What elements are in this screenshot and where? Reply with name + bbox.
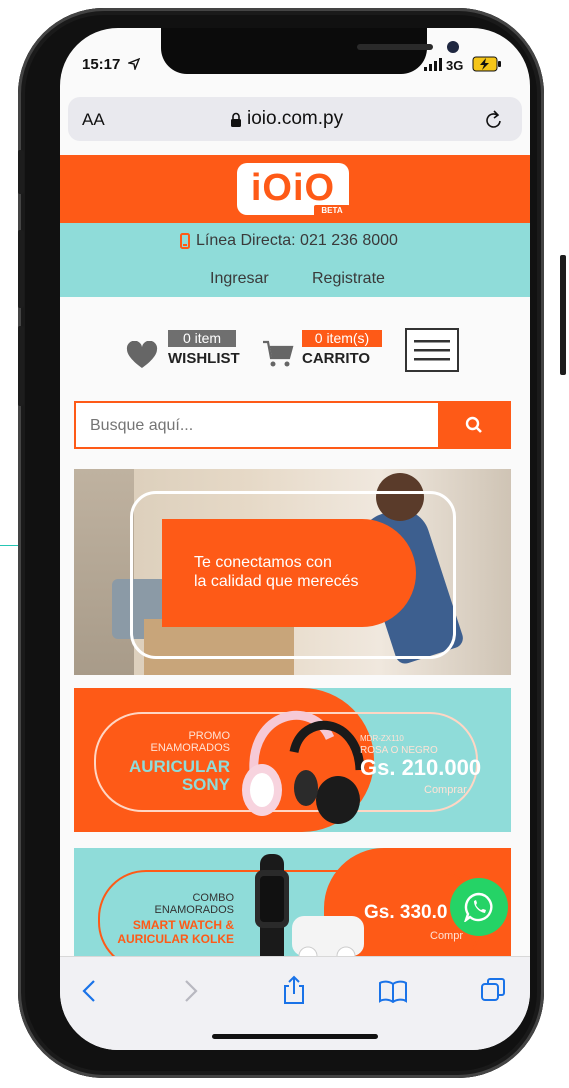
front-camera	[447, 41, 459, 53]
search-icon	[465, 416, 482, 433]
banner3-title: SMART WATCH & AURICULAR KOLKE	[92, 918, 234, 946]
menu-icon[interactable]	[405, 328, 459, 372]
whatsapp-button[interactable]	[450, 878, 508, 936]
heart-icon	[126, 341, 158, 368]
reload-icon[interactable]	[485, 110, 503, 130]
banner2-promo: PROMO ENAMORADOS	[126, 730, 230, 754]
notch	[161, 28, 459, 74]
banner2-title-line-1: AURICULAR	[128, 757, 230, 776]
banner2-price: Gs. 210.000	[360, 755, 482, 780]
banner2-model: MDR-ZX110	[360, 734, 404, 743]
phone-screen: 15:17 3G AA ioio.com.py iOiO BETA Línea …	[60, 28, 530, 1050]
banner2-buy-button[interactable]: Comprar	[424, 784, 467, 796]
volume-up-button	[18, 230, 24, 308]
text-size-button[interactable]: AA	[82, 110, 105, 130]
power-button	[560, 255, 566, 375]
share-icon[interactable]	[282, 975, 306, 1005]
lock-icon	[231, 112, 241, 127]
forward-icon[interactable]	[184, 979, 198, 1003]
whatsapp-icon	[464, 892, 493, 922]
network-type: 3G	[446, 58, 464, 73]
search-input[interactable]	[88, 413, 432, 439]
phone-icon	[180, 233, 190, 249]
headphones-image	[242, 710, 365, 824]
banner3-title-line-2: AURICULAR KOLKE	[117, 932, 234, 946]
register-link[interactable]: Registrate	[312, 270, 385, 288]
banner2-title: AURICULAR SONY	[116, 758, 230, 794]
banner3-combo-line-2: ENAMORADOS	[154, 904, 234, 916]
search-button[interactable]	[438, 401, 511, 449]
hero-text: Te conectamos con la calidad que merecés	[194, 553, 359, 591]
login-link[interactable]: Ingresar	[210, 270, 269, 288]
signal-icon	[424, 58, 442, 71]
banner2-title-line-2: SONY	[181, 775, 230, 794]
wishlist-button[interactable]: 0 item WISHLIST	[126, 330, 242, 368]
hero-background-left	[74, 469, 134, 675]
speaker	[357, 44, 433, 50]
wishlist-label: WISHLIST	[168, 350, 240, 367]
home-indicator[interactable]	[212, 1034, 378, 1039]
banner3-combo-line-1: COMBO	[192, 892, 234, 904]
wishlist-count: 0 item	[168, 330, 236, 347]
url-text[interactable]: ioio.com.py	[247, 108, 343, 130]
tabs-icon[interactable]	[480, 977, 506, 1003]
banner2-promo-line-1: PROMO	[188, 730, 230, 742]
banner3-combo: COMBO ENAMORADOS	[134, 892, 234, 916]
cart-label: CARRITO	[302, 350, 371, 367]
hero-line-2: la calidad que merecés	[194, 573, 359, 590]
cart-button[interactable]: 0 item(s) CARRITO	[262, 330, 392, 368]
sony-headphones-banner[interactable]: PROMO ENAMORADOS AURICULAR SONY MDR-ZX11…	[74, 688, 511, 832]
banner2-promo-line-2: ENAMORADOS	[150, 742, 230, 754]
beta-badge: BETA	[314, 205, 350, 217]
mute-switch	[18, 150, 24, 194]
battery-charging-icon	[472, 56, 501, 72]
cart-count: 0 item(s)	[302, 330, 382, 347]
cart-icon	[263, 340, 294, 367]
hero-banner[interactable]: Te conectamos con la calidad que merecés	[74, 469, 511, 675]
bookmarks-icon[interactable]	[378, 979, 408, 1003]
back-icon[interactable]	[82, 979, 96, 1003]
status-time: 15:17	[82, 56, 121, 73]
location-arrow-icon	[128, 58, 140, 70]
banner3-title-line-1: SMART WATCH &	[132, 918, 234, 932]
banner3-buy-button[interactable]: Compr	[430, 930, 463, 942]
hero-line-1: Te conectamos con	[194, 554, 332, 571]
banner3-price: Gs. 330.0	[364, 902, 448, 923]
volume-down-button	[18, 326, 24, 406]
hotline-text: Línea Directa: 021 236 8000	[196, 232, 398, 249]
